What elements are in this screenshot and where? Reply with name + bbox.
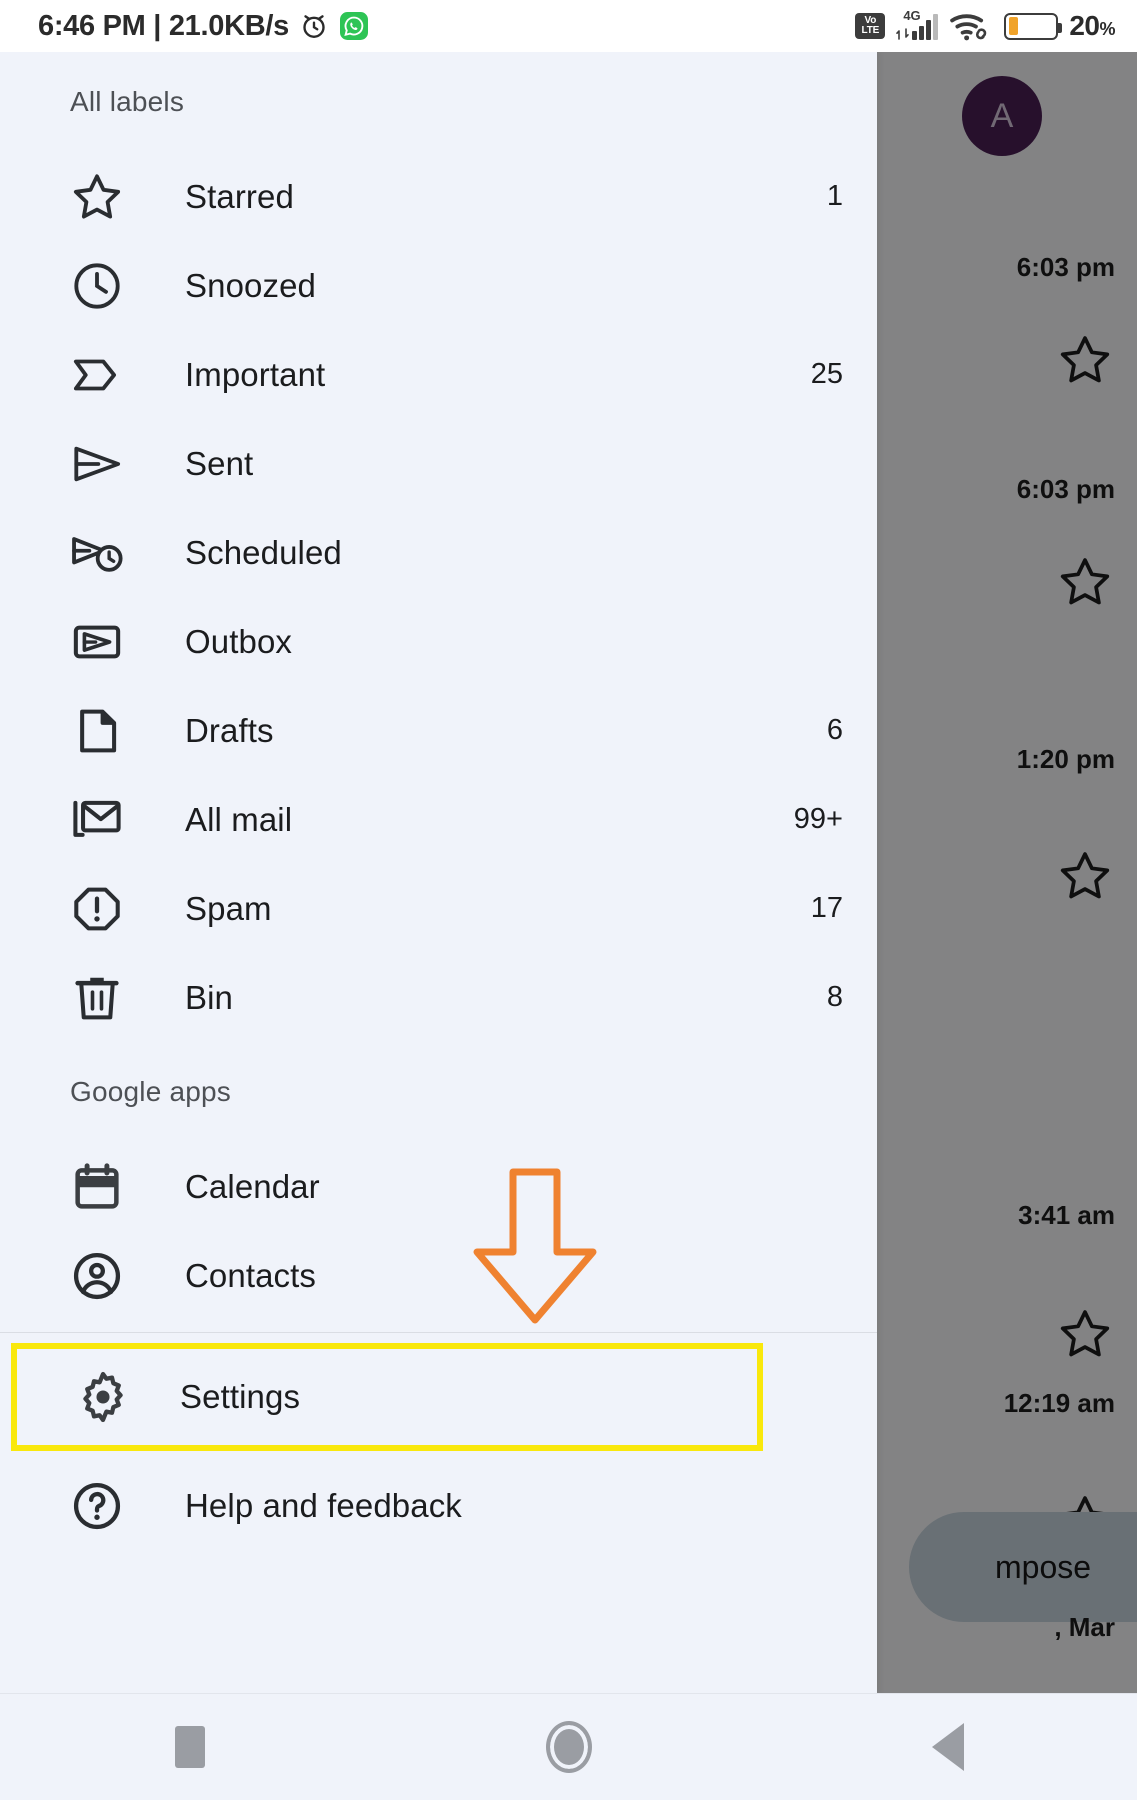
drawer-item-outbox[interactable]: Outbox bbox=[0, 597, 877, 686]
star-icon bbox=[70, 170, 124, 224]
app-bar: A bbox=[877, 52, 1137, 170]
star-icon[interactable] bbox=[1057, 1306, 1113, 1362]
drawer-item-label: Help and feedback bbox=[185, 1486, 462, 1524]
status-bar: 6:46 PM | 21.0KB/s Vo LTE 4G 20% bbox=[0, 0, 1137, 52]
drawer-divider bbox=[0, 1332, 877, 1333]
volte-line-2: LTE bbox=[861, 25, 880, 36]
clock-and-network-speed: 6:46 PM | 21.0KB/s bbox=[38, 9, 289, 42]
clock-icon bbox=[70, 259, 124, 313]
outbox-icon bbox=[70, 615, 124, 669]
drawer-item-count: 8 bbox=[826, 981, 843, 1013]
signal-strength-icon: 4G bbox=[896, 8, 939, 40]
drawer-item-label: Calendar bbox=[185, 1167, 320, 1205]
section-header-all-labels: All labels bbox=[70, 86, 185, 117]
whatsapp-icon bbox=[339, 12, 368, 40]
volte-icon: Vo LTE bbox=[855, 13, 886, 39]
drawer-item-help-and-feedback[interactable]: Help and feedback bbox=[0, 1461, 877, 1550]
all-mail-icon bbox=[70, 793, 124, 847]
avatar[interactable]: A bbox=[962, 76, 1042, 156]
mail-date: , Mar bbox=[1054, 1612, 1115, 1642]
section-header-google-apps: Google apps bbox=[70, 1076, 231, 1107]
back-icon bbox=[931, 1723, 964, 1771]
drawer-item-sent[interactable]: Sent bbox=[0, 419, 877, 508]
drawer-item-scheduled[interactable]: Scheduled bbox=[0, 508, 877, 597]
drawer-item-label: Settings bbox=[180, 1378, 301, 1415]
gear-icon bbox=[76, 1370, 130, 1424]
drawer-item-label: Important bbox=[185, 355, 326, 393]
mail-time: 6:03 pm bbox=[1016, 252, 1115, 282]
calendar-icon bbox=[70, 1160, 124, 1214]
send-icon bbox=[70, 437, 124, 491]
system-navigation-bar bbox=[0, 1693, 1137, 1800]
mail-time: 6:03 pm bbox=[1016, 474, 1115, 504]
drawer-item-drafts[interactable]: Drafts 6 bbox=[0, 686, 877, 775]
drawer-item-label: All mail bbox=[185, 800, 293, 838]
recents-icon bbox=[174, 1726, 205, 1768]
battery-icon bbox=[1004, 12, 1063, 40]
drawer-item-label: Sent bbox=[185, 444, 254, 482]
scheduled-icon bbox=[70, 526, 124, 580]
phone-screen: 6:46 PM | 21.0KB/s Vo LTE 4G 20% A 6:03 … bbox=[0, 0, 1137, 1800]
drawer-item-label: Drafts bbox=[185, 711, 274, 749]
help-icon bbox=[70, 1479, 124, 1533]
compose-button[interactable]: mpose bbox=[909, 1512, 1137, 1622]
drawer-item-label: Snoozed bbox=[185, 266, 316, 304]
battery-percent-label: 20% bbox=[1069, 10, 1115, 41]
mail-list-inner: A 6:03 pm a ... 6:03 pm a ... bbox=[877, 52, 1137, 1749]
alarm-icon bbox=[303, 15, 325, 38]
mail-time: 1:20 pm bbox=[1016, 744, 1115, 774]
star-icon[interactable] bbox=[1057, 848, 1113, 904]
mail-list-background: A 6:03 pm a ... 6:03 pm a ... bbox=[877, 52, 1137, 1749]
drawer-item-count: 99+ bbox=[793, 803, 843, 835]
drawer-item-label: Spam bbox=[185, 889, 272, 927]
draft-icon bbox=[70, 704, 124, 758]
back-button[interactable] bbox=[848, 1694, 1048, 1800]
drawer-item-count: 25 bbox=[810, 358, 843, 390]
battery-fill bbox=[1008, 17, 1018, 35]
wifi-icon bbox=[950, 14, 987, 41]
home-button[interactable] bbox=[469, 1694, 669, 1800]
network-type-label: 4G bbox=[903, 8, 921, 23]
drawer-item-label: Bin bbox=[185, 978, 233, 1016]
compose-label: mpose bbox=[995, 1548, 1092, 1585]
data-transfer-icon bbox=[896, 28, 910, 40]
bin-icon bbox=[70, 971, 124, 1025]
important-icon bbox=[70, 348, 124, 402]
drawer-item-label: Scheduled bbox=[185, 533, 342, 571]
drawer-item-count: 1 bbox=[826, 180, 843, 212]
drawer-item-settings[interactable]: Settings bbox=[11, 1343, 763, 1451]
contacts-icon bbox=[70, 1249, 124, 1303]
drawer-item-calendar[interactable]: Calendar bbox=[0, 1142, 877, 1231]
status-bar-right: Vo LTE 4G 20% bbox=[855, 8, 1115, 42]
drawer-item-important[interactable]: Important 25 bbox=[0, 330, 877, 419]
drawer-item-label: Outbox bbox=[185, 622, 292, 660]
drawer-item-all-mail[interactable]: All mail 99+ bbox=[0, 775, 877, 864]
annotation-arrow-icon bbox=[473, 1168, 597, 1324]
drawer-item-bin[interactable]: Bin 8 bbox=[0, 953, 877, 1042]
recents-button[interactable] bbox=[90, 1694, 290, 1800]
spam-icon bbox=[70, 882, 124, 936]
drawer-item-label: Contacts bbox=[185, 1256, 317, 1294]
drawer-item-contacts[interactable]: Contacts bbox=[0, 1231, 877, 1320]
mail-time: 3:41 am bbox=[1018, 1200, 1115, 1230]
drawer-item-count: 17 bbox=[810, 892, 843, 924]
star-icon[interactable] bbox=[1057, 332, 1113, 388]
home-icon bbox=[545, 1721, 592, 1773]
drawer-item-snoozed[interactable]: Snoozed bbox=[0, 241, 877, 330]
mail-time: 12:19 am bbox=[1003, 1388, 1115, 1418]
navigation-drawer: All labels Starred 1 Snoozed Important 2… bbox=[0, 52, 877, 1693]
drawer-item-count: 6 bbox=[826, 714, 843, 746]
star-icon[interactable] bbox=[1057, 554, 1113, 610]
status-bar-left: 6:46 PM | 21.0KB/s bbox=[38, 10, 369, 43]
drawer-item-label: Starred bbox=[185, 177, 294, 215]
drawer-item-starred[interactable]: Starred 1 bbox=[0, 152, 877, 241]
drawer-item-spam[interactable]: Spam 17 bbox=[0, 864, 877, 953]
